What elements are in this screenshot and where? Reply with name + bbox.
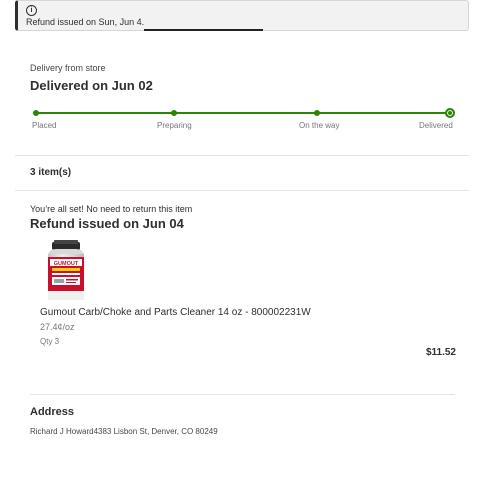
section-divider (15, 190, 469, 191)
progress-line (35, 112, 451, 114)
delivery-status-title: Delivered on Jun 02 (30, 78, 153, 93)
refund-notice-banner: i Refund issued on Sun, Jun 4. (15, 0, 469, 31)
product-name-link[interactable]: Gumout Carb/Choke and Parts Cleaner 14 o… (40, 307, 311, 318)
refund-notice-message: Refund issued on Sun, Jun 4. (26, 17, 145, 27)
product-can-image[interactable]: GUMOUT (40, 240, 96, 304)
step-dot-placed (33, 110, 39, 116)
return-note: You’re all set! No need to return this i… (30, 204, 193, 214)
step-label-placed: Placed (32, 121, 57, 130)
svg-text:GUMOUT: GUMOUT (54, 261, 79, 267)
delivery-progress-tracker (33, 108, 455, 118)
delivery-type-label: Delivery from store (30, 63, 106, 73)
product-price: $11.52 (425, 347, 456, 358)
address-line: Richard J Howard4383 Lisbon St, Denver, … (30, 427, 218, 436)
section-divider (15, 155, 469, 156)
product-quantity: Qty 3 (40, 337, 60, 346)
step-label-preparing: Preparing (157, 121, 192, 130)
step-dot-delivered (445, 108, 455, 118)
items-count: 3 item(s) (30, 167, 72, 178)
product-unit-price: 27.4¢/oz (40, 322, 75, 332)
step-label-delivered: Delivered (419, 121, 453, 130)
section-divider (30, 394, 455, 395)
step-dot-preparing (171, 110, 177, 116)
step-label-on-the-way: On the way (299, 121, 340, 130)
address-title: Address (30, 406, 75, 418)
step-dot-on-the-way (314, 110, 320, 116)
notice-edge-bar (144, 29, 263, 31)
info-icon: i (26, 5, 37, 16)
refund-status-title: Refund issued on Jun 04 (30, 216, 184, 231)
